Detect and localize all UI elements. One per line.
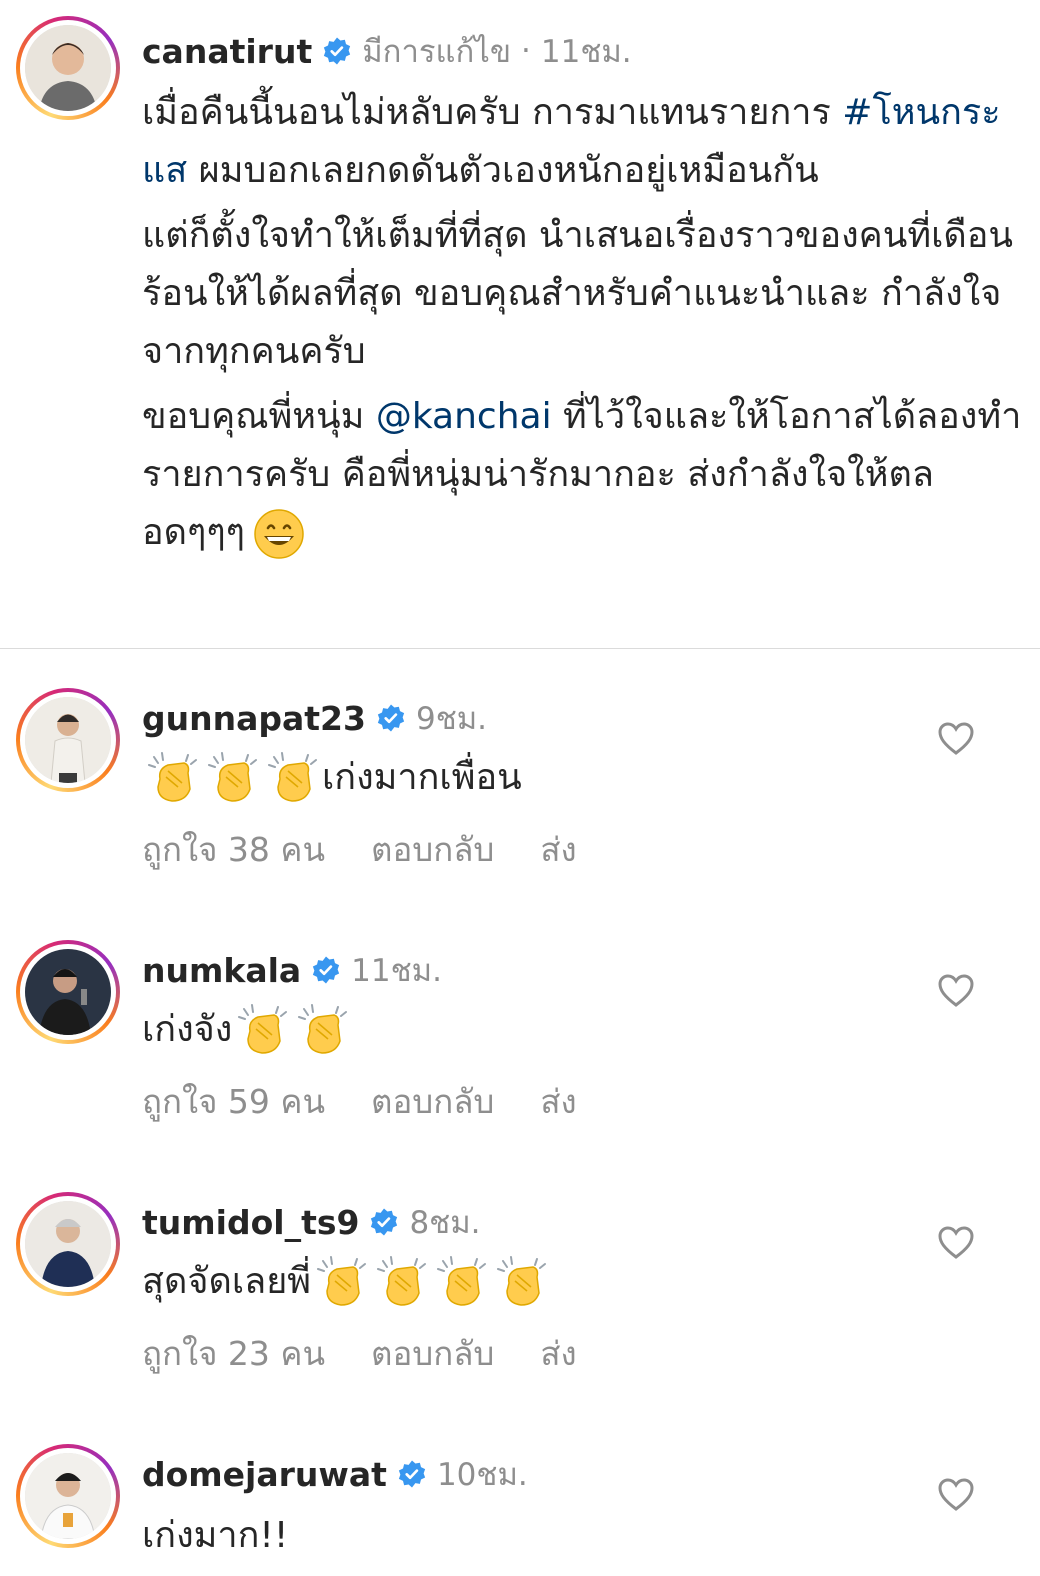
clapping-hands-icon [317, 1255, 367, 1306]
clapping-hands-icon [298, 1003, 348, 1054]
comment-text: เก่งจัง [142, 1000, 352, 1057]
comment-body: สุดจัดเลยพี่ [142, 1261, 312, 1302]
comment-username[interactable]: gunnapat23 [142, 699, 366, 738]
clapping-hands-icon [377, 1255, 427, 1306]
verified-badge-icon [324, 37, 351, 65]
comment-avatar[interactable] [16, 1444, 120, 1548]
comment-body: เก่งมากเพื่อน [322, 757, 522, 798]
post-caption: เมื่อคืนนี้นอนไม่หลับครับ การมาแทนรายการ… [142, 84, 1022, 569]
post-header: canatirut มีการแก้ไข · 11ชม. [142, 26, 632, 76]
post-author-avatar[interactable] [16, 16, 120, 120]
reply-button[interactable]: ตอบกลับ [371, 823, 494, 876]
post-username[interactable]: canatirut [142, 32, 312, 71]
clapping-hands-icon [208, 751, 257, 802]
edited-label: มีการแก้ไข [362, 34, 512, 70]
comment-body: เก่งจัง [142, 1009, 233, 1050]
comment-avatar[interactable] [16, 688, 120, 792]
comment-time: 11ชม. [351, 953, 442, 989]
verified-badge-icon [377, 704, 405, 732]
caption-text-2: ผมบอกเลยกดดันตัวเองหนักอยู่เหมือนกัน [187, 150, 819, 191]
like-count[interactable]: ถูกใจ 23 คน [142, 1327, 325, 1380]
comment-actions: ถูกใจ 38 คน ตอบกลับ ส่ง [142, 823, 623, 876]
reply-button[interactable]: ตอบกลับ [371, 1327, 494, 1380]
comment-avatar[interactable] [16, 1192, 120, 1296]
verified-badge-icon [371, 1208, 398, 1236]
send-button[interactable]: ส่ง [540, 1075, 576, 1128]
clapping-hands-icon [148, 751, 197, 802]
comment-text: เก่งมาก!! [142, 1506, 288, 1563]
caption-text-4: ขอบคุณพี่หนุ่ม [142, 396, 376, 437]
comment-text: เก่งมากเพื่อน [142, 748, 522, 805]
caption-text-1: เมื่อคืนนี้นอนไม่หลับครับ การมาแทนรายการ [142, 92, 831, 133]
clapping-hands-icon [268, 751, 317, 802]
clapping-hands-icon [238, 1003, 288, 1054]
clapping-hands-icon [497, 1255, 547, 1306]
comment-username[interactable]: tumidol_ts9 [142, 1203, 359, 1242]
comment-header: domejaruwat 10ชม. [142, 1449, 528, 1499]
comment-username[interactable]: numkala [142, 951, 301, 990]
comment-actions: ถูกใจ 59 คน ตอบกลับ ส่ง [142, 1075, 623, 1128]
heart-icon[interactable] [938, 1226, 974, 1260]
comment-actions: ถูกใจ 23 คน ตอบกลับ ส่ง [142, 1327, 623, 1380]
grinning-face-emoji-icon [254, 509, 304, 559]
comment-time: 10ชม. [436, 1457, 528, 1493]
comment-username[interactable]: domejaruwat [142, 1455, 387, 1494]
heart-icon[interactable] [938, 974, 974, 1008]
comment-header: gunnapat23 9ชม. [142, 693, 487, 743]
heart-icon[interactable] [938, 722, 974, 756]
like-count[interactable]: ถูกใจ 59 คน [142, 1075, 325, 1128]
comment-time: 8ชม. [409, 1205, 481, 1241]
mention-link[interactable]: @kanchai [376, 396, 552, 437]
send-button[interactable]: ส่ง [540, 1327, 576, 1380]
comment-text: สุดจัดเลยพี่ [142, 1252, 551, 1309]
comment-header: tumidol_ts9 8ชม. [142, 1197, 481, 1247]
comment-time: 9ชม. [415, 701, 488, 737]
comment-body: เก่งมาก!! [142, 1515, 289, 1556]
verified-badge-icon [313, 956, 340, 984]
heart-icon[interactable] [938, 1478, 974, 1512]
divider [0, 648, 1040, 649]
post-time: 11ชม. [540, 34, 632, 70]
send-button[interactable]: ส่ง [540, 823, 576, 876]
verified-badge-icon [398, 1460, 426, 1488]
caption-text-3: แต่ก็ตั้งใจทำให้เต็มที่ที่สุด นำเสนอเรื่… [142, 215, 1014, 372]
dot-separator: · [521, 33, 531, 69]
like-count[interactable]: ถูกใจ 38 คน [142, 823, 325, 876]
comment-header: numkala 11ชม. [142, 945, 442, 995]
clapping-hands-icon [437, 1255, 487, 1306]
reply-button[interactable]: ตอบกลับ [371, 1075, 494, 1128]
comment-avatar[interactable] [16, 940, 120, 1044]
